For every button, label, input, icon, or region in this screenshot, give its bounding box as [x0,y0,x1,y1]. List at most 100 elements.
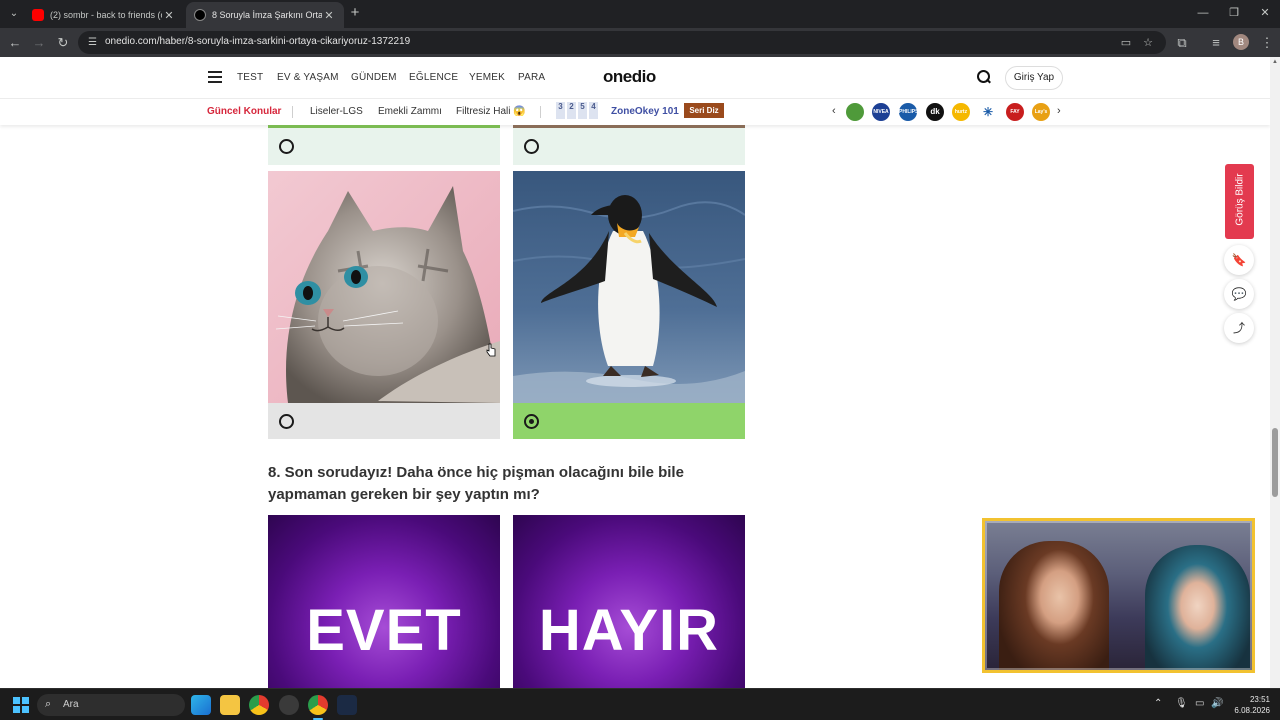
nav-yemek[interactable]: YEMEK [469,72,505,83]
windows-taskbar: ⌕ Ara ⌃ 🎙 ▭ 🔊 23:51 6.08.2026 [0,688,1280,720]
network-icon[interactable]: ▭ [1195,698,1204,709]
microphone-icon[interactable]: 🎙 [1175,698,1188,709]
media-control-icon[interactable]: ≡ [1206,33,1226,53]
page-scrollbar[interactable] [1270,57,1280,688]
answer-bar[interactable] [268,403,500,439]
new-tab-button[interactable]: + [346,4,364,22]
taskbar-clock[interactable]: 23:51 6.08.2026 [1228,694,1270,716]
minimize-button[interactable]: — [1188,4,1218,22]
webcam-overlay [982,518,1255,673]
question-8-title: 8. Son sorudayız! Daha önce hiç pişman o… [268,464,684,503]
windows-start-icon[interactable] [13,697,29,713]
obs-icon[interactable] [279,695,299,715]
seri-diz-button[interactable]: Seri Diz [684,103,724,118]
bookmark-star-icon[interactable]: ☆ [1140,35,1156,51]
nav-ev-yasam[interactable]: EV & YAŞAM [277,72,339,83]
chevron-left-icon[interactable]: ‹ [832,105,836,117]
nav-test[interactable]: TEST [237,72,263,83]
chrome-icon[interactable] [249,695,269,715]
radio-button[interactable] [279,139,294,154]
cast-icon[interactable]: ▭ [1118,35,1134,51]
url-text: onedio.com/haber/8-soruyla-imza-sarkini-… [105,36,411,47]
tab-youtube[interactable]: (2) sombr - back to friends (offi ✕ [24,2,184,28]
topic-liseler-lgs[interactable]: Liseler-LGS [310,106,363,117]
tab-onedio[interactable]: 8 Soruyla İmza Şarkını Ortaya Ç ✕ [186,2,344,28]
nav-gundem[interactable]: GÜNDEM [351,72,397,83]
zoneokey-link[interactable]: ZoneOkey 101 [611,106,679,117]
comments-icon[interactable]: 💬 [1224,279,1254,309]
clock-time: 23:51 [1249,695,1270,704]
onedio-logo[interactable]: onedio [603,67,656,87]
answer-label-hayir: HAYIR [538,598,720,663]
answer-card-hayir[interactable]: HAYIR [513,515,745,688]
extensions-icon[interactable]: ⧉ [1172,33,1192,53]
tray-chevron-up-icon[interactable]: ⌃ [1154,698,1162,709]
brand-hurtz-logo[interactable]: hurtz [952,103,970,121]
nav-eglence[interactable]: EĞLENCE [409,72,458,83]
kitten-image[interactable] [268,171,500,403]
profile-avatar[interactable]: B [1233,34,1249,50]
brand-lays-logo[interactable]: Lay's [1032,103,1050,121]
clock-date: 6.08.2026 [1234,706,1270,715]
tile: 5 [578,102,587,119]
tab-strip: ⌄ (2) sombr - back to friends (offi ✕ 8 … [0,0,1280,28]
topic-emekli-zammi[interactable]: Emekli Zammı [378,106,442,117]
back-arrow-icon[interactable]: ← [5,33,25,53]
search-icon[interactable] [976,69,992,85]
site-info-icon[interactable]: ☰ [86,36,99,49]
answer-bar[interactable] [268,128,500,165]
brand-philips-logo[interactable]: PHILIPS [899,103,917,121]
bookmark-icon[interactable]: 🔖 [1224,245,1254,275]
scroll-up-arrow-icon[interactable]: ▲ [1272,59,1278,65]
tile: 4 [589,102,598,119]
answer-bar[interactable] [513,128,745,165]
tab-title: 8 Soruyla İmza Şarkını Ortaya Ç [212,10,322,20]
brand-dk-logo[interactable]: dk [926,103,944,121]
tab-title: (2) sombr - back to friends (offi [50,10,162,20]
restore-button[interactable]: ❐ [1219,4,1249,22]
radio-button[interactable] [279,414,294,429]
browser-toolbar: ← → ↻ ☰ onedio.com/haber/8-soruyla-imza-… [0,28,1280,57]
search-icon: ⌕ [45,698,52,710]
tab-search-icon[interactable]: ⌄ [5,5,23,23]
tile: 3 [556,102,565,119]
webcam-frame [985,521,1252,670]
answer-bar-selected[interactable] [513,403,745,439]
window-close-button[interactable]: ✕ [1250,4,1280,22]
feedback-button[interactable]: Görüş Bildir [1225,164,1254,239]
taskbar-search[interactable]: ⌕ Ara [37,694,185,716]
tab-close-icon[interactable]: ✕ [322,9,336,22]
nav-para[interactable]: PARA [518,72,545,83]
divider [292,106,293,118]
answer-label-evet: EVET [306,598,462,663]
zoneokey-tiles[interactable]: 3 2 5 4 [556,102,598,119]
radio-button-selected[interactable] [524,414,539,429]
taskbar-search-placeholder: Ara [63,699,79,710]
penguin-image[interactable] [513,171,745,403]
topic-filtresiz-hali[interactable]: Filtresiz Hali 😱 [456,106,526,117]
share-icon[interactable]: ⤴ [1224,313,1254,343]
address-bar[interactable]: ☰ onedio.com/haber/8-soruyla-imza-sarkin… [78,31,1166,54]
tab-close-icon[interactable]: ✕ [162,9,176,22]
brand-fay-logo[interactable]: FAY [1006,103,1024,121]
hamburger-menu-icon[interactable] [208,71,222,83]
file-explorer-icon[interactable] [220,695,240,715]
chrome-active-icon[interactable] [308,695,328,720]
hand-cursor-icon [486,343,496,357]
site-header: TEST EV & YAŞAM GÜNDEM EĞLENCE YEMEK PAR… [0,57,1270,99]
scrollbar-thumb[interactable] [1272,428,1278,497]
reload-icon[interactable]: ↻ [53,33,73,53]
volume-icon[interactable]: 🔊 [1211,698,1223,709]
edge-icon[interactable] [191,695,211,715]
radio-button[interactable] [524,139,539,154]
brand-nivea-logo[interactable]: NIVEA [872,103,890,121]
onedio-favicon-icon [194,9,206,21]
login-button[interactable]: Giriş Yap [1005,66,1063,90]
answer-card-evet[interactable]: EVET [268,515,500,688]
app-icon[interactable] [337,695,357,715]
forward-arrow-icon[interactable]: → [29,33,49,53]
brand-tree-logo[interactable] [846,103,864,121]
brand-snowflake-logo[interactable]: ✳ [979,103,997,121]
browser-menu-icon[interactable]: ⋮ [1257,33,1277,53]
chevron-right-icon[interactable]: › [1057,105,1061,117]
